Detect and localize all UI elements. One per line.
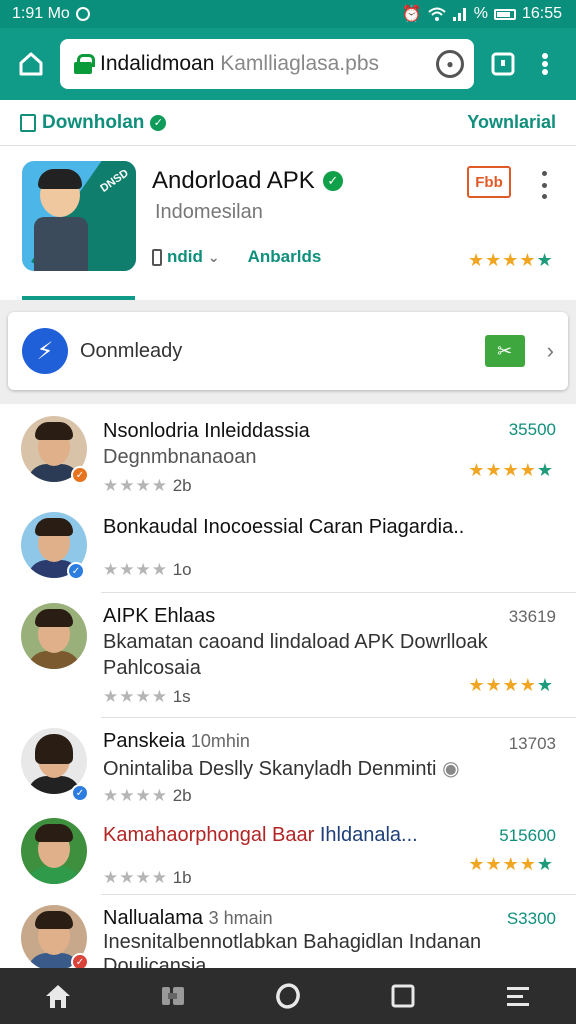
- bottom-nav: [0, 968, 576, 1024]
- nav-circle[interactable]: [263, 971, 313, 1021]
- developer-dropdown[interactable]: ndid ⌄: [152, 247, 220, 267]
- item-rating: ★★★★ 1b: [103, 868, 192, 887]
- tabs-button[interactable]: [482, 43, 524, 85]
- app-name: Andorload APK ✓: [152, 167, 343, 195]
- status-time: 1:91 Mo: [12, 5, 70, 22]
- status-badge: ✓: [71, 466, 89, 484]
- verified-icon: ✓: [322, 171, 343, 191]
- item-subtitle-2: Pahlcosaia: [103, 657, 201, 679]
- home-icon: [19, 52, 43, 76]
- status-badge: ✓: [71, 953, 89, 968]
- item-price: 33619: [508, 607, 556, 626]
- download-card[interactable]: ⚡ Oonmleady ✂ ›: [8, 312, 568, 390]
- item-subtitle-2: Doulicansia: [103, 955, 207, 968]
- app-meta: ndid ⌄ Anbarlds: [152, 247, 321, 267]
- app-badge-button[interactable]: Fbb: [467, 166, 511, 198]
- item-price: 35500: [508, 420, 556, 439]
- nav-menu[interactable]: [493, 971, 543, 1021]
- check-icon: ✓: [150, 114, 167, 131]
- item-rating: ★★★★ 2b: [103, 476, 192, 495]
- item-price: 13703: [508, 734, 556, 753]
- item-stars: ★★★★★: [468, 675, 554, 695]
- wifi-icon: [428, 7, 446, 21]
- item-subtitle: Degnmbnanaoan: [103, 446, 257, 468]
- url-text[interactable]: Indalidmoan Kamlliaglasa.pbs: [100, 52, 436, 76]
- nav-home[interactable]: [33, 971, 83, 1021]
- item-subtitle: Inesnitalbennotlabkan Bahagidlan Indanan: [103, 931, 482, 953]
- category-link[interactable]: Anbarlds: [248, 247, 322, 267]
- home-icon: [45, 985, 70, 1008]
- status-bar: 1:91 Mo ⏰ % 16:55: [0, 0, 576, 28]
- phone-icon: [152, 248, 162, 266]
- avatar: [21, 818, 87, 884]
- chevron-down-icon: ⌄: [207, 248, 220, 265]
- item-rating: ★★★★ 1o: [103, 560, 192, 579]
- nav-apps[interactable]: [148, 971, 198, 1021]
- apps-icon: [161, 987, 184, 1005]
- emoji-icon: ◉: [442, 758, 460, 780]
- alarm-icon: ⏰: [401, 6, 422, 23]
- item-stars: ★★★★★: [468, 460, 554, 480]
- menu-icon: [507, 987, 530, 1006]
- circle-icon: [276, 983, 300, 1009]
- list-item[interactable]: Kamahaorphongal Baar Ihldanala... ★★★★ 1…: [0, 810, 576, 894]
- download-square-icon: [20, 113, 36, 132]
- tabs-icon: [491, 52, 515, 76]
- notification-icon: [75, 7, 90, 21]
- list-item[interactable]: ✓ Nallualama 3 hmain Inesnitalbennotlabk…: [0, 895, 576, 968]
- item-rating: ★★★★ 2b: [103, 786, 192, 805]
- item-title: Kamahaorphongal Baar Ihldanala...: [103, 824, 418, 846]
- item-price: 515600: [499, 826, 556, 845]
- refresh-icon[interactable]: ●: [436, 50, 464, 78]
- item-subtitle: Onintaliba Deslly Skanyladh Denminti ◉: [103, 758, 460, 780]
- item-title: Panskeia 10mhin: [103, 730, 250, 752]
- status-clock: 16:55: [521, 5, 562, 22]
- list-item[interactable]: ✓ Nsonlodria Inleiddassia Degnmbnanaoan …: [0, 404, 576, 504]
- signal-icon: [452, 7, 468, 21]
- header-right-link[interactable]: Yownlarial: [467, 112, 556, 133]
- browser-toolbar: Indalidmoan Kamlliaglasa.pbs ●: [0, 28, 576, 100]
- list-item[interactable]: AIPK Ehlaas Bkamatan caoand lindaload AP…: [0, 593, 576, 717]
- list-item[interactable]: ✓ Panskeia 10mhin Onintaliba Deslly Skan…: [0, 718, 576, 810]
- status-badge: ✓: [67, 562, 85, 580]
- header-strip: Downholan ✓ Yownlarial: [0, 100, 576, 146]
- downloads-label: Downholan: [42, 111, 145, 133]
- item-stars: ★★★★★: [468, 854, 554, 874]
- download-label: Oonmleady: [80, 339, 183, 362]
- battery-icon: [493, 8, 516, 20]
- item-title: Nallualama 3 hmain: [103, 907, 273, 929]
- list-item[interactable]: ✓ Bonkaudal Inocoessial Caran Piagardia.…: [0, 504, 576, 592]
- downloads-link[interactable]: Downholan ✓: [20, 111, 167, 134]
- tools-icon[interactable]: ✂: [484, 335, 525, 367]
- square-icon: [391, 984, 415, 1008]
- lightning-icon: ⚡: [22, 328, 68, 374]
- item-price: S3300: [506, 909, 556, 928]
- item-title: AIPK Ehlaas: [103, 605, 216, 627]
- kebab-icon: [542, 53, 548, 75]
- app-subtitle: Indomesilan: [155, 201, 263, 223]
- app-rating-stars: ★★★★★: [468, 250, 554, 270]
- url-bar[interactable]: Indalidmoan Kamlliaglasa.pbs ●: [60, 39, 474, 89]
- lock-icon: [74, 54, 95, 74]
- nav-square[interactable]: [378, 971, 428, 1021]
- item-subtitle: Bonkaudal Inocoessial Caran Piagardia..: [103, 516, 465, 538]
- item-rating: ★★★★ 1s: [103, 687, 191, 706]
- status-badge: ✓: [71, 784, 89, 802]
- menu-button[interactable]: [524, 43, 566, 85]
- item-title: Nsonlodria Inleiddassia: [103, 420, 310, 442]
- percent-text: %: [473, 5, 488, 22]
- app-more-button[interactable]: [536, 171, 552, 199]
- chevron-right-icon[interactable]: ›: [547, 338, 554, 364]
- item-subtitle: Bkamatan caoand lindaload APK Dowrlloak: [103, 631, 488, 653]
- avatar: [21, 603, 87, 669]
- app-icon[interactable]: DNSD: [22, 161, 136, 271]
- home-button[interactable]: [10, 43, 52, 85]
- app-card[interactable]: DNSD Andorload APK ✓ Indomesilan ndid ⌄ …: [0, 147, 576, 300]
